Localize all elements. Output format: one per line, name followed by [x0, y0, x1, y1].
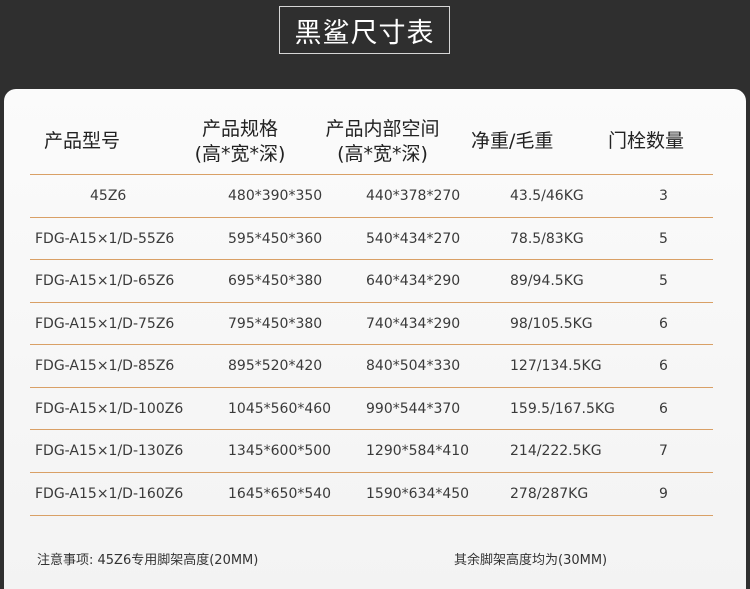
cell-spec: 1645*650*540: [228, 486, 332, 502]
cell-inner: 840*504*330: [366, 358, 461, 374]
header-weight: 净重/毛重: [471, 130, 554, 152]
cell-spec: 480*390*350: [228, 188, 323, 204]
cell-spec: 1345*600*500: [228, 443, 332, 459]
header-inner: 产品内部空间 (高*宽*深): [310, 117, 455, 167]
cell-weight: 127/134.5KG: [510, 358, 602, 374]
cell-model: FDG-A15×1/D-65Z6: [35, 273, 175, 289]
cell-model: FDG-A15×1/D-100Z6: [35, 401, 184, 417]
cell-bolts: 5: [659, 231, 668, 247]
cell-weight: 214/222.5KG: [510, 443, 602, 459]
cell-weight: 89/94.5KG: [510, 273, 584, 289]
cell-inner: 1290*584*410: [366, 443, 470, 459]
cell-bolts: 3: [659, 188, 668, 204]
header-model: 产品型号: [44, 130, 121, 152]
note-right: 其余脚架高度均为(30MM): [454, 553, 608, 568]
cell-inner: 640*434*290: [366, 273, 461, 289]
cell-spec: 795*450*380: [228, 316, 323, 332]
cell-weight: 159.5/167.5KG: [510, 401, 615, 417]
cell-inner: 1590*634*450: [366, 486, 470, 502]
cell-bolts: 9: [659, 486, 668, 502]
table-row: FDG-A15×1/D-75Z6 795*450*380 740*434*290…: [30, 303, 713, 345]
row-separator: [30, 515, 713, 516]
header-inner-line2: (高*宽*深): [337, 143, 428, 165]
cell-spec: 1045*560*460: [228, 401, 332, 417]
note-left: 注意事项: 45Z6专用脚架高度(20MM): [37, 553, 259, 568]
header-spec-line1: 产品规格: [201, 118, 278, 140]
table-row: FDG-A15×1/D-130Z6 1345*600*500 1290*584*…: [30, 430, 713, 472]
cell-spec: 695*450*380: [228, 273, 323, 289]
cell-spec: 895*520*420: [228, 358, 323, 374]
cell-bolts: 6: [659, 358, 668, 374]
cell-model: FDG-A15×1/D-130Z6: [35, 443, 184, 459]
table-row: FDG-A15×1/D-160Z6 1645*650*540 1590*634*…: [30, 473, 713, 515]
cell-model: FDG-A15×1/D-160Z6: [35, 486, 184, 502]
header-spec: 产品规格 (高*宽*深): [180, 117, 300, 167]
cell-inner: 440*378*270: [366, 188, 461, 204]
cell-inner: 740*434*290: [366, 316, 461, 332]
cell-weight: 43.5/46KG: [510, 188, 584, 204]
cell-model: 45Z6: [90, 188, 127, 204]
cell-model: FDG-A15×1/D-85Z6: [35, 358, 175, 374]
header-bolts: 门栓数量: [608, 130, 685, 152]
cell-bolts: 6: [659, 401, 668, 417]
cell-spec: 595*450*360: [228, 231, 323, 247]
cell-inner: 540*434*270: [366, 231, 461, 247]
cell-bolts: 6: [659, 316, 668, 332]
cell-weight: 78.5/83KG: [510, 231, 584, 247]
cell-model: FDG-A15×1/D-75Z6: [35, 316, 175, 332]
header-inner-line1: 产品内部空间: [325, 118, 440, 140]
table-row: FDG-A15×1/D-65Z6 695*450*380 640*434*290…: [30, 260, 713, 302]
table-row: 45Z6 480*390*350 440*378*270 43.5/46KG 3: [30, 175, 713, 217]
header-spec-line2: (高*宽*深): [194, 143, 286, 165]
cell-inner: 990*544*370: [366, 401, 461, 417]
cell-bolts: 5: [659, 273, 668, 289]
table-row: FDG-A15×1/D-85Z6 895*520*420 840*504*330…: [30, 345, 713, 387]
table-row: FDG-A15×1/D-100Z6 1045*560*460 990*544*3…: [30, 388, 713, 430]
table-row: FDG-A15×1/D-55Z6 595*450*360 540*434*270…: [30, 218, 713, 260]
cell-weight: 98/105.5KG: [510, 316, 593, 332]
cell-bolts: 7: [659, 443, 668, 459]
page-title: 黑鲨尺寸表: [279, 6, 450, 54]
cell-weight: 278/287KG: [510, 486, 589, 502]
cell-model: FDG-A15×1/D-55Z6: [35, 231, 175, 247]
